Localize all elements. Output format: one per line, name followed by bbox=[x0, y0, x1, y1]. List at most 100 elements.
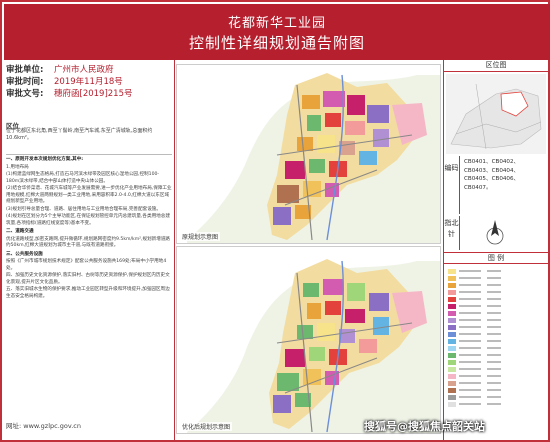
divider bbox=[443, 60, 444, 440]
policy-text: 一、原则开发本次规划优化方案,其中: 1.用地布局 (1)构建蓝绿网生态格局,打… bbox=[6, 154, 172, 412]
legend-swatch bbox=[448, 373, 456, 379]
legend-swatch bbox=[448, 303, 456, 309]
legend-item bbox=[448, 282, 548, 288]
code-item: CB0403、CB0404、 bbox=[464, 167, 520, 174]
north-arrow-icon bbox=[485, 218, 505, 252]
legend-swatch bbox=[448, 380, 456, 386]
legend-swatch bbox=[448, 296, 456, 302]
policy-paragraph: (4)规划在区划分为5个主导功能区,在保证规划管控单元内总建筑量,各类用地总建筑… bbox=[6, 214, 170, 226]
legend-item bbox=[448, 296, 548, 302]
approval-unit-value: 广州市人民政府 bbox=[54, 65, 114, 75]
legend-item bbox=[448, 387, 548, 393]
approval-time-value: 2019年11月18号 bbox=[54, 77, 123, 87]
code-label: 编码 bbox=[444, 156, 460, 214]
policy-paragraph: (2)结合华侨菜谱、花城汽车城等产业发展需要,进一步优化产业用地布局,保障工业用… bbox=[6, 186, 172, 204]
north-label: 指北针 bbox=[444, 216, 460, 250]
legend-swatch bbox=[448, 338, 456, 344]
legend-item bbox=[448, 289, 548, 295]
legend-label-placeholder bbox=[487, 319, 501, 321]
approval-info: 审批单位: 广州市人民政府 审批时间: 2019年11月18号 审批文号: 穗府… bbox=[6, 64, 172, 118]
watermark: 搜狐号@搜狐焦点韶关站 bbox=[364, 420, 485, 433]
legend-label-placeholder bbox=[459, 347, 481, 349]
legend-item bbox=[448, 331, 548, 337]
legend-label-placeholder bbox=[459, 396, 481, 398]
legend-swatch bbox=[448, 401, 456, 407]
legend-label-placeholder bbox=[459, 375, 481, 377]
policy-paragraph: 二、道路交通 bbox=[6, 229, 34, 234]
legend-swatch bbox=[448, 387, 456, 393]
approval-time-label: 审批时间: bbox=[6, 77, 44, 87]
policy-paragraph: 五、落实旧城水生物的保护要求,推动工业园区转型升级和环境提升,加强园区周边生态安… bbox=[6, 287, 170, 299]
legend-label-placeholder bbox=[459, 403, 481, 405]
code-list: CB0401、CB0402、 CB0403、CB0404、 CB0405、CB0… bbox=[464, 158, 548, 192]
legend-label-placeholder bbox=[487, 326, 501, 328]
legend-label-placeholder bbox=[459, 298, 481, 300]
legend-header: 图 例 bbox=[444, 252, 548, 264]
policy-paragraph: 四、加强历史文化资源保护,落实旧村、古树等历史资源保护,保护规划区内历史文化景观… bbox=[6, 273, 170, 285]
policy-paragraph: 按照《广州市城市规划技术规定》配套公共服务设施共169处;布局中小学用地4处。 bbox=[6, 259, 167, 271]
legend-item bbox=[448, 310, 548, 316]
approval-doc-label: 审批文号: bbox=[6, 89, 44, 99]
legend-label-placeholder bbox=[459, 312, 481, 314]
legend-swatch bbox=[448, 289, 456, 295]
legend-swatch bbox=[448, 317, 456, 323]
legend-swatch bbox=[448, 310, 456, 316]
legend-swatch bbox=[448, 359, 456, 365]
code-item: CB0405、CB0406、 bbox=[464, 176, 520, 182]
legend-item bbox=[448, 317, 548, 323]
legend-label-placeholder bbox=[487, 270, 501, 272]
legend-label-placeholder bbox=[459, 368, 481, 370]
legend-label-placeholder bbox=[487, 298, 501, 300]
legend-label-placeholder bbox=[487, 396, 501, 398]
notice-sheet: 花都新华工业园 控制性详细规划通告附图 审批单位: 广州市人民政府 审批时间: … bbox=[0, 0, 550, 442]
legend-swatch bbox=[448, 366, 456, 372]
legend-item bbox=[448, 324, 548, 330]
legend-label-placeholder bbox=[487, 340, 501, 342]
legend-label-placeholder bbox=[459, 361, 481, 363]
policy-paragraph: 优化道路线型,加密支路网,提升微循环,规划路网密度约9.5km/km²,规划新增… bbox=[6, 236, 171, 249]
legend-swatch bbox=[448, 282, 456, 288]
legend-label-placeholder bbox=[487, 284, 501, 286]
legend-swatch bbox=[448, 324, 456, 330]
legend-swatch bbox=[448, 275, 456, 281]
legend-swatch bbox=[448, 352, 456, 358]
legend-item bbox=[448, 345, 548, 351]
legend-label-placeholder bbox=[487, 375, 501, 377]
location-map-graphic bbox=[446, 74, 546, 154]
legend-label-placeholder bbox=[459, 305, 481, 307]
location-text: 位于花都区东北角,西至丫髻岭,南至汽车城,东至广清城轨,总面积约10.6km²。 bbox=[6, 128, 153, 141]
legend-label-placeholder bbox=[459, 319, 481, 321]
legend-label-placeholder bbox=[459, 389, 481, 391]
location-map bbox=[446, 74, 546, 154]
legend-label-placeholder bbox=[487, 361, 501, 363]
legend-item bbox=[448, 338, 548, 344]
legend-label-placeholder bbox=[487, 382, 501, 384]
approval-doc-value: 穗府函[2019]215号 bbox=[54, 89, 133, 99]
policy-paragraph: (1)构建蓝绿网生态格局,打造石马河滨水绿带及园区核心湿地公园,控制100-18… bbox=[6, 172, 160, 184]
legend-item bbox=[448, 275, 548, 281]
legend-label-placeholder bbox=[487, 347, 501, 349]
page-title: 花都新华工业园 bbox=[227, 16, 326, 31]
legend-item bbox=[448, 352, 548, 358]
title-banner: 花都新华工业园 控制性详细规划通告附图 bbox=[4, 4, 550, 60]
legend-label-placeholder bbox=[459, 340, 481, 342]
legend-label-placeholder bbox=[487, 277, 501, 279]
footer-url: 网址: www.gzlpc.gov.cn bbox=[6, 422, 81, 430]
legend-label-placeholder bbox=[487, 333, 501, 335]
legend-label-placeholder bbox=[459, 291, 481, 293]
optimized-plan-map: 优化后规划示意图 bbox=[176, 246, 441, 434]
legend-label-placeholder bbox=[459, 284, 481, 286]
legend-label-placeholder bbox=[459, 326, 481, 328]
code-item: CB0401、CB0402、 bbox=[464, 159, 520, 165]
legend-label-placeholder bbox=[487, 291, 501, 293]
legend-swatch bbox=[448, 345, 456, 351]
legend-label-placeholder bbox=[459, 333, 481, 335]
legend-label-placeholder bbox=[487, 389, 501, 391]
legend-label-placeholder bbox=[487, 305, 501, 307]
policy-paragraph: 1.用地布局 bbox=[6, 164, 29, 170]
legend-label-placeholder bbox=[487, 354, 501, 356]
original-plan-map: 原规划示意图 bbox=[176, 64, 441, 244]
legend-swatch bbox=[448, 331, 456, 337]
policy-paragraph: (3)规划引导总量合理、道路、居住用地与工业用地合理布局,完善配套设施。 bbox=[6, 206, 161, 212]
legend-item bbox=[448, 303, 548, 309]
